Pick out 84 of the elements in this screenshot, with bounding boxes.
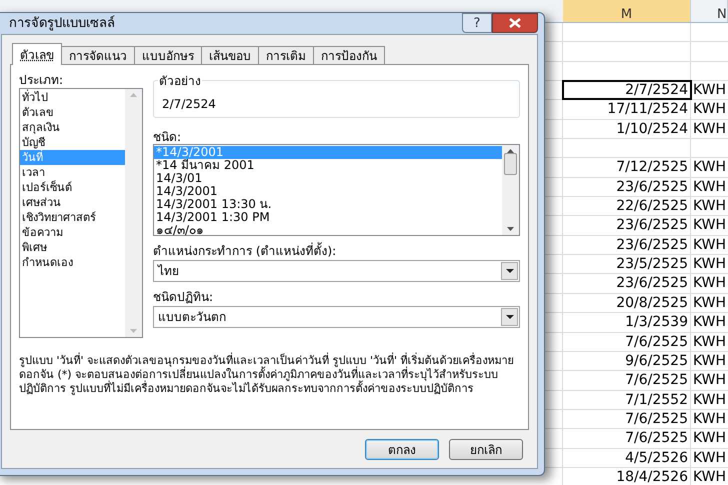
table-cell[interactable]: KWH: [691, 158, 728, 177]
table-cell[interactable]: KWH: [691, 410, 728, 428]
table-cell[interactable]: KWH: [691, 178, 728, 196]
list-item[interactable]: 14/3/01: [154, 172, 502, 185]
table-cell[interactable]: 7/6/2525: [563, 410, 691, 428]
list-item[interactable]: 14/3/2001 1:30 PM: [154, 211, 502, 224]
list-item[interactable]: สกุลเงิน: [20, 120, 125, 135]
table-cell[interactable]: 1/10/2524: [563, 120, 691, 138]
table-cell[interactable]: 4/5/2526: [563, 448, 691, 467]
tab[interactable]: ตัวเลข: [12, 43, 62, 65]
list-item[interactable]: *14 มีนาคม 2001: [154, 159, 502, 172]
list-item[interactable]: ทั่วไป: [20, 90, 125, 105]
category-list[interactable]: ทั่วไป ตัวเลข สกุลเงิน บัญชี วันที่ เวลา เปอร์เซ็นต์ เศษส่วน เชิงวิทยาศาสตร์ ข้อความ พิเศษ กำหนดเอง: [19, 88, 143, 338]
tab[interactable]: เส้นขอบ: [201, 46, 259, 65]
field-label: ตำแหน่งกระทำการ (ตำแหน่งที่ตั้ง):: [153, 242, 338, 260]
list-item[interactable]: พิเศษ: [20, 240, 125, 255]
close-button[interactable]: [492, 13, 538, 33]
table-cell[interactable]: KWH: [691, 197, 728, 216]
tab[interactable]: การจัดแนว: [61, 46, 135, 65]
table-cell[interactable]: KWH: [691, 274, 728, 293]
sample-text: 2/7/2524: [162, 96, 216, 113]
field-label: ชนิด:: [153, 129, 182, 144]
list-item[interactable]: เวลา: [20, 165, 125, 180]
table-cell[interactable]: 23/6/2525: [563, 236, 691, 254]
table-cell[interactable]: KWH: [691, 216, 728, 235]
dropdown-arrow-icon[interactable]: [506, 269, 514, 273]
table-cell[interactable]: 23/5/2525: [563, 255, 691, 274]
table-cell[interactable]: KWH: [691, 468, 728, 485]
table-cell[interactable]: KWH: [691, 313, 728, 332]
table-cell[interactable]: KWH: [691, 371, 728, 390]
list-item[interactable]: ๑๔/๓/๐๑: [154, 224, 502, 237]
table-cell[interactable]: 23/6/2525: [563, 178, 691, 196]
dialog-button[interactable]: ตกลง: [365, 439, 439, 460]
table-cell[interactable]: KWH: [691, 332, 728, 351]
list-item[interactable]: ข้อความ: [20, 225, 125, 240]
table-cell[interactable]: 7/12/2525: [563, 158, 691, 177]
dropdown[interactable]: แบบตะวันตก: [153, 306, 520, 328]
list-item[interactable]: 14/3/2001: [154, 185, 502, 198]
table-cell[interactable]: KWH: [691, 236, 728, 254]
help-button[interactable]: ?: [462, 13, 492, 33]
field-label: ชนิดปฏิทิน:: [153, 289, 214, 306]
table-cell[interactable]: 17/11/2524: [563, 100, 691, 119]
close-icon: [509, 18, 521, 28]
list-item[interactable]: 14/3/2001 13:30 น.: [154, 198, 502, 211]
table-cell[interactable]: KWH: [691, 255, 728, 274]
table-cell[interactable]: KWH: [691, 448, 728, 467]
table-cell[interactable]: KWH: [691, 81, 728, 100]
list-item[interactable]: บัญชี: [20, 135, 125, 150]
table-cell[interactable]: 23/6/2525: [563, 216, 691, 235]
column-header[interactable]: M: [563, 0, 691, 22]
dropdown[interactable]: ไทย: [153, 260, 520, 282]
field-label: ประเภท:: [19, 72, 64, 88]
scroll-thumb[interactable]: [504, 153, 517, 175]
tab[interactable]: แบบอักษร: [134, 46, 202, 65]
table-cell[interactable]: 7/6/2525: [563, 371, 691, 390]
table-cell[interactable]: KWH: [691, 429, 728, 448]
list-item[interactable]: เศษส่วน: [20, 195, 125, 210]
list-item[interactable]: เปอร์เซ็นต์: [20, 180, 125, 195]
table-cell[interactable]: KWH: [691, 294, 728, 312]
list-item[interactable]: เชิงวิทยาศาสตร์: [20, 210, 125, 225]
table-cell[interactable]: 18/4/2526: [563, 468, 691, 485]
table-cell[interactable]: 7/6/2525: [563, 332, 691, 351]
table-cell[interactable]: 7/1/2552: [563, 390, 691, 409]
table-cell[interactable]: 20/8/2525: [563, 294, 691, 312]
list-item[interactable]: ตัวเลข: [20, 105, 125, 120]
dropdown-arrow-icon[interactable]: [506, 315, 514, 319]
table-cell[interactable]: KWH: [691, 352, 728, 370]
tab[interactable]: การเติม: [258, 46, 314, 65]
type-list[interactable]: *14/3/2001 *14 มีนาคม 2001 14/3/01 14/3/2001 14/3/2001 13:30 น. 14/3/2001 1:30 PM ๑๔/๓/๐๑: [153, 144, 520, 236]
window-title: การจัดรูปแบบเซลล์: [9, 14, 115, 33]
table-cell[interactable]: KWH: [691, 120, 728, 138]
table-cell[interactable]: 1/3/2539: [563, 313, 691, 332]
table-cell[interactable]: 22/6/2525: [563, 197, 691, 216]
scroll-down-icon[interactable]: [507, 227, 514, 231]
dialog-button[interactable]: ยกเลิก: [449, 439, 523, 460]
description-text: รูปแบบ 'วันที่' จะแสดงตัวเลขอนุกรมของวันที่และเวลาเป็นค่าวันที่ รูปแบบ 'วันที่' ที่เริ่มต้นด้วยเครื่องหมายดอกจัน (*) จะตอบสนองต่อการเปลี่ยนแปลงในการตั้งค่าภูมิภาคของวันที่และเวลาที่ระบุไว้สำหรับระบบปฏิบัติการ รูปแบบที่ไม่มีเครื่องหมายดอกจันจะไม่ได้รับผลกระทบจากการตั้งค่าของระบบปฏิบัติการ: [19, 354, 515, 396]
table-cell[interactable]: KWH: [691, 390, 728, 409]
table-cell[interactable]: 7/6/2525: [563, 429, 691, 448]
table-cell[interactable]: 23/6/2525: [563, 274, 691, 293]
table-cell[interactable]: KWH: [691, 100, 728, 119]
tab[interactable]: การป้องกัน: [313, 46, 385, 65]
table-cell[interactable]: 2/7/2524: [563, 81, 691, 100]
table-cell[interactable]: 9/6/2525: [563, 352, 691, 370]
list-item[interactable]: กำหนดเอง: [20, 255, 125, 270]
